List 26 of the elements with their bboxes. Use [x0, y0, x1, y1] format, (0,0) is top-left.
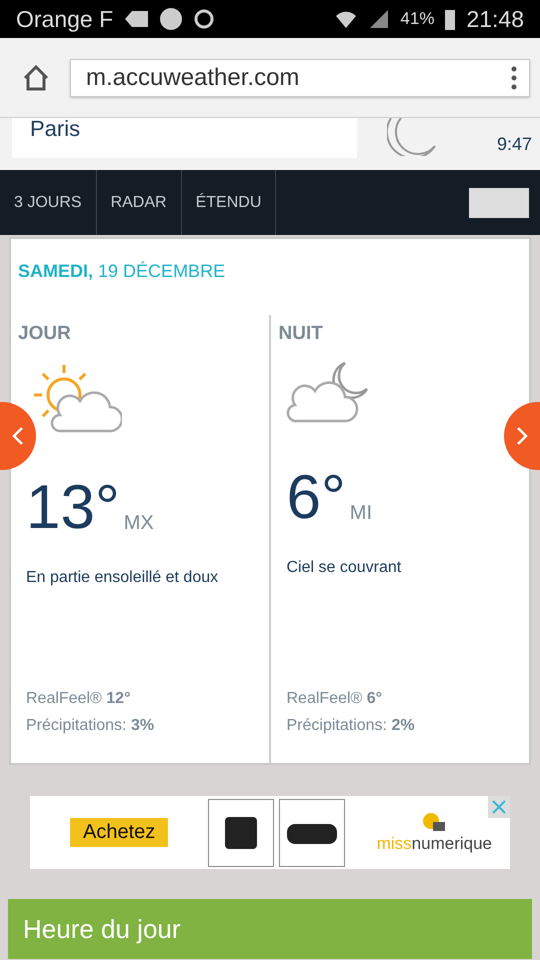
weather-phrase: En partie ensoleillé et doux — [26, 569, 220, 587]
temperature-label: MX — [124, 512, 154, 535]
carrier-name: Orange F — [16, 6, 114, 32]
weather-phrase: Ciel se couvrant — [286, 559, 402, 577]
battery-percent: 41% — [400, 9, 434, 29]
precipitation-text: Précipitations: 3% — [26, 716, 156, 736]
url-field[interactable]: m.accuweather.com — [70, 58, 530, 96]
brand-logo: missnumerique — [376, 834, 492, 854]
nav-tab[interactable]: 3 JOURS — [0, 170, 97, 235]
realfeel-text: RealFeel® 12° — [26, 689, 132, 709]
forecast-date: SAMEDI, 19 DÉCEMBRE — [17, 260, 226, 283]
period-title: NUIT — [278, 323, 324, 345]
clock: 21:48 — [466, 6, 524, 32]
city-name: Paris — [29, 118, 80, 140]
section-title: Heure du jour — [23, 914, 181, 944]
temperature-label: MI — [350, 502, 372, 525]
period-title: JOUR — [18, 323, 72, 345]
nav-tab[interactable]: RADAR — [96, 170, 182, 235]
nav-tab[interactable]: ÉTENDU — [182, 170, 276, 235]
precipitation-text: Précipitations: 2% — [286, 716, 416, 736]
buy-button[interactable]: Achetez — [70, 818, 168, 847]
local-time: 9:47 — [496, 134, 532, 155]
url-text: m.accuweather.com — [86, 64, 300, 92]
temperature: 13° — [26, 477, 120, 539]
realfeel-text: RealFeel® 6° — [286, 689, 384, 709]
temperature: 6° — [286, 467, 346, 529]
